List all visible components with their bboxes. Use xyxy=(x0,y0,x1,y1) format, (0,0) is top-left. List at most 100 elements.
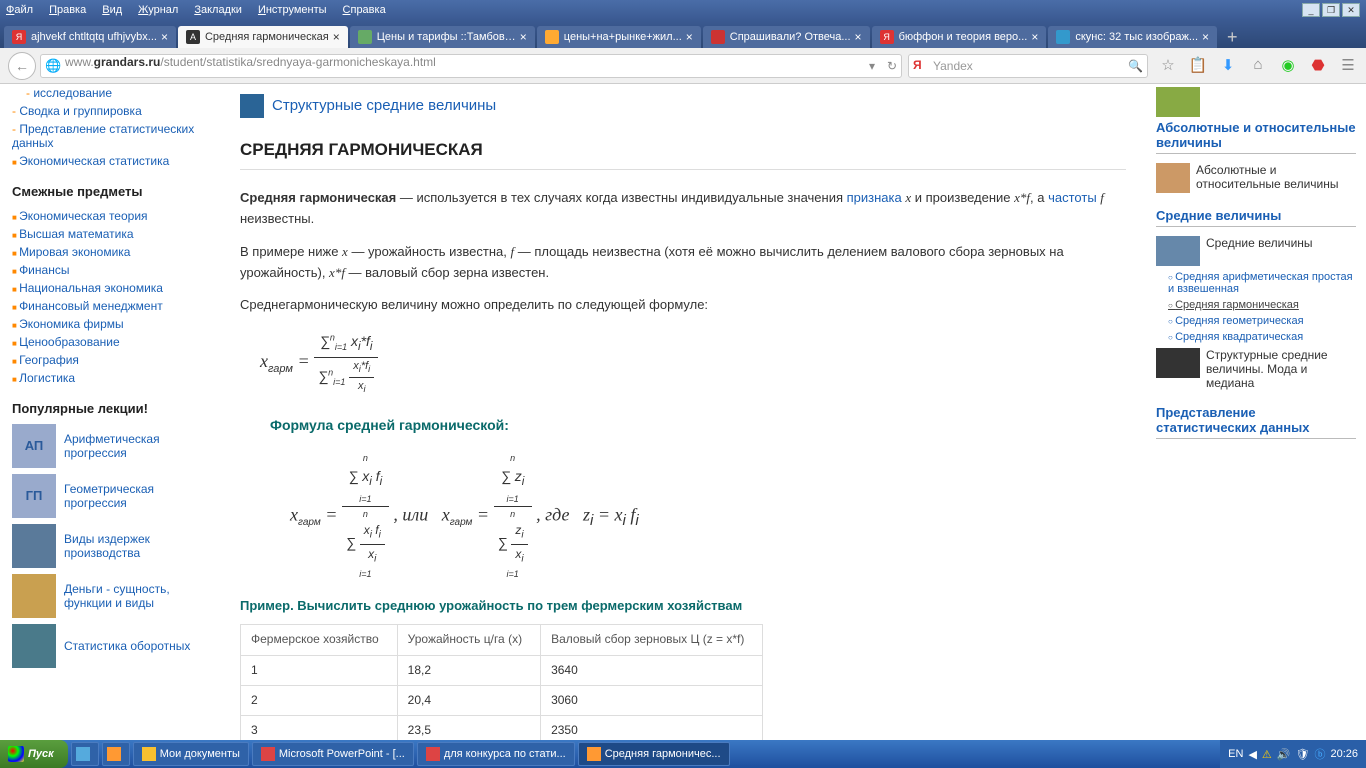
thumb xyxy=(12,624,56,668)
sidebar-link[interactable]: Мировая экономика xyxy=(12,243,208,261)
sidebar-link[interactable]: Ценообразование xyxy=(12,333,208,351)
sidebar-heading[interactable]: Представление статистических данных xyxy=(1156,405,1356,439)
search-box[interactable]: Я Yandex 🔍 xyxy=(908,54,1148,78)
close-icon[interactable]: × xyxy=(333,30,340,44)
taskbar-item[interactable]: для конкурса по стати... xyxy=(417,742,575,766)
sidebar-item[interactable] xyxy=(1156,84,1356,120)
sidebar-sublink[interactable]: Средняя квадратическая xyxy=(1168,329,1356,345)
address-bar[interactable]: 🌐 www.grandars.ru/student/statistika/sre… xyxy=(40,54,902,78)
browser-tab[interactable]: скунс: 32 тыс изображ...× xyxy=(1048,26,1217,48)
window-minimize[interactable]: _ xyxy=(1302,3,1320,17)
menu-history[interactable]: Журнал xyxy=(138,4,178,16)
lecture-item[interactable]: ГПГеометрическая прогрессия xyxy=(12,474,208,518)
close-icon[interactable]: × xyxy=(686,30,693,44)
sidebar-link[interactable]: исследование xyxy=(12,84,208,102)
new-tab-button[interactable]: + xyxy=(1219,27,1246,48)
menu-bookmarks[interactable]: Закладки xyxy=(194,4,242,16)
sidebar-link[interactable]: Сводка и группировка xyxy=(12,102,208,120)
sidebar-link[interactable]: Высшая математика xyxy=(12,225,208,243)
powerpoint-icon xyxy=(261,747,275,761)
sidebar-link[interactable]: Представление статистических данных xyxy=(12,120,208,152)
tray-icon[interactable]: ⚠ xyxy=(1262,748,1272,761)
clipboard-icon[interactable]: 📋 xyxy=(1188,56,1208,76)
tab-bar: Яajhvekf chtltqtq ufhjvybx...× AСредняя … xyxy=(0,20,1366,48)
sidebar-link[interactable]: Экономика фирмы xyxy=(12,315,208,333)
sidebar-link[interactable]: Финансовый менеджмент xyxy=(12,297,208,315)
tray-icon[interactable]: ⓑ xyxy=(1314,746,1325,762)
sidebar-heading[interactable]: Средние величины xyxy=(1156,208,1356,227)
favicon: A xyxy=(186,30,200,44)
sidebar-link[interactable]: Экономическая статистика xyxy=(12,152,208,170)
browser-tab[interactable]: Ябюффон и теория веро...× xyxy=(872,26,1047,48)
sidebar-sublink[interactable]: Средняя геометрическая xyxy=(1168,313,1356,329)
window-close[interactable]: ✕ xyxy=(1342,3,1360,17)
lecture-item[interactable]: Виды издержек производства xyxy=(12,524,208,568)
close-icon[interactable]: × xyxy=(1202,30,1209,44)
browser-tab[interactable]: Цены и тарифы ::Тамбовст...× xyxy=(350,26,535,48)
taskbar-item-active[interactable]: Средняя гармоничес... xyxy=(578,742,730,766)
globe-icon: 🌐 xyxy=(45,58,61,74)
sidebar-link[interactable]: Логистика xyxy=(12,369,208,387)
sidebar-sublink[interactable]: Средняя арифметическая простая и взвешен… xyxy=(1168,269,1356,297)
sidebar-heading[interactable]: Абсолютные и относительные величины xyxy=(1156,120,1356,154)
data-table: Фермерское хозяйствоУрожайность ц/га (x)… xyxy=(240,624,763,744)
reload-icon[interactable]: ↻ xyxy=(887,59,897,73)
term-link[interactable]: частоты xyxy=(1048,190,1097,205)
close-icon[interactable]: × xyxy=(855,30,862,44)
close-icon[interactable]: × xyxy=(520,30,527,44)
browser-tab[interactable]: Яajhvekf chtltqtq ufhjvybx...× xyxy=(4,26,176,48)
back-button[interactable]: ← xyxy=(8,52,36,80)
start-button[interactable]: Пуск xyxy=(0,740,68,768)
menu-file[interactable]: Файл xyxy=(6,4,33,16)
menu-view[interactable]: Вид xyxy=(102,4,122,16)
lecture-item[interactable]: Деньги - сущность, функции и виды xyxy=(12,574,208,618)
navigation-toolbar: ← 🌐 www.grandars.ru/student/statistika/s… xyxy=(0,48,1366,84)
breadcrumb-link[interactable]: Структурные средние величины xyxy=(272,94,496,118)
dropdown-icon[interactable]: ▾ xyxy=(869,59,875,73)
sidebar-link[interactable]: Экономическая теория xyxy=(12,207,208,225)
close-icon[interactable]: × xyxy=(1031,30,1038,44)
sidebar-item[interactable]: Средние величины xyxy=(1156,233,1356,269)
lecture-item[interactable]: АПАрифметическая прогрессия xyxy=(12,424,208,468)
tray-icon[interactable]: 🔊 xyxy=(1277,748,1291,761)
sidebar-link[interactable]: География xyxy=(12,351,208,369)
favicon: Я xyxy=(12,30,26,44)
browser-tab-active[interactable]: AСредняя гармоническая× xyxy=(178,26,348,48)
menu-help[interactable]: Справка xyxy=(343,4,386,16)
term-link[interactable]: признака xyxy=(847,190,902,205)
home-icon[interactable]: ⌂ xyxy=(1248,56,1268,76)
sidebar-link[interactable]: Финансы xyxy=(12,261,208,279)
window-restore[interactable]: ❐ xyxy=(1322,3,1340,17)
thumb xyxy=(12,574,56,618)
sidebar-item[interactable]: Структурные средние величины. Мода и мед… xyxy=(1156,345,1356,393)
addon-icon[interactable]: ◉ xyxy=(1278,56,1298,76)
star-icon[interactable]: ☆ xyxy=(1158,56,1178,76)
menu-edit[interactable]: Правка xyxy=(49,4,86,16)
quicklaunch[interactable] xyxy=(102,742,130,766)
clock[interactable]: 20:26 xyxy=(1330,748,1358,760)
paragraph: Среднегармоническую величину можно опред… xyxy=(240,295,1126,316)
sidebar-link[interactable]: Национальная экономика xyxy=(12,279,208,297)
menu-icon[interactable]: ☰ xyxy=(1338,56,1358,76)
quicklaunch[interactable] xyxy=(71,742,99,766)
sidebar-sublink-current[interactable]: Средняя гармоническая xyxy=(1168,297,1356,313)
sidebar-heading: Популярные лекции! xyxy=(12,401,208,416)
download-icon[interactable]: ⬇ xyxy=(1218,56,1238,76)
right-sidebar: Абсолютные и относительные величины Абсо… xyxy=(1146,84,1366,744)
tray-icon[interactable]: 🛡 xyxy=(1296,748,1310,761)
taskbar-item[interactable]: Microsoft PowerPoint - [... xyxy=(252,742,414,766)
language-indicator[interactable]: EN xyxy=(1228,748,1243,760)
table-row: 118,23640 xyxy=(241,655,763,685)
taskbar-item[interactable]: Мои документы xyxy=(133,742,249,766)
search-icon[interactable]: 🔍 xyxy=(1128,59,1143,73)
thumb: ГП xyxy=(12,474,56,518)
left-sidebar: исследование Сводка и группировка Предст… xyxy=(0,84,220,744)
sidebar-item[interactable]: Абсолютные и относительные величины xyxy=(1156,160,1356,196)
menu-tools[interactable]: Инструменты xyxy=(258,4,327,16)
tray-icon[interactable]: ◀ xyxy=(1248,748,1256,761)
close-icon[interactable]: × xyxy=(161,30,168,44)
adblock-icon[interactable]: ⬣ xyxy=(1308,56,1328,76)
browser-tab[interactable]: Спрашивали? Отвеча...× xyxy=(703,26,870,48)
browser-tab[interactable]: цены+на+рынке+жил...× xyxy=(537,26,701,48)
lecture-item[interactable]: Статистика оборотных xyxy=(12,624,208,668)
